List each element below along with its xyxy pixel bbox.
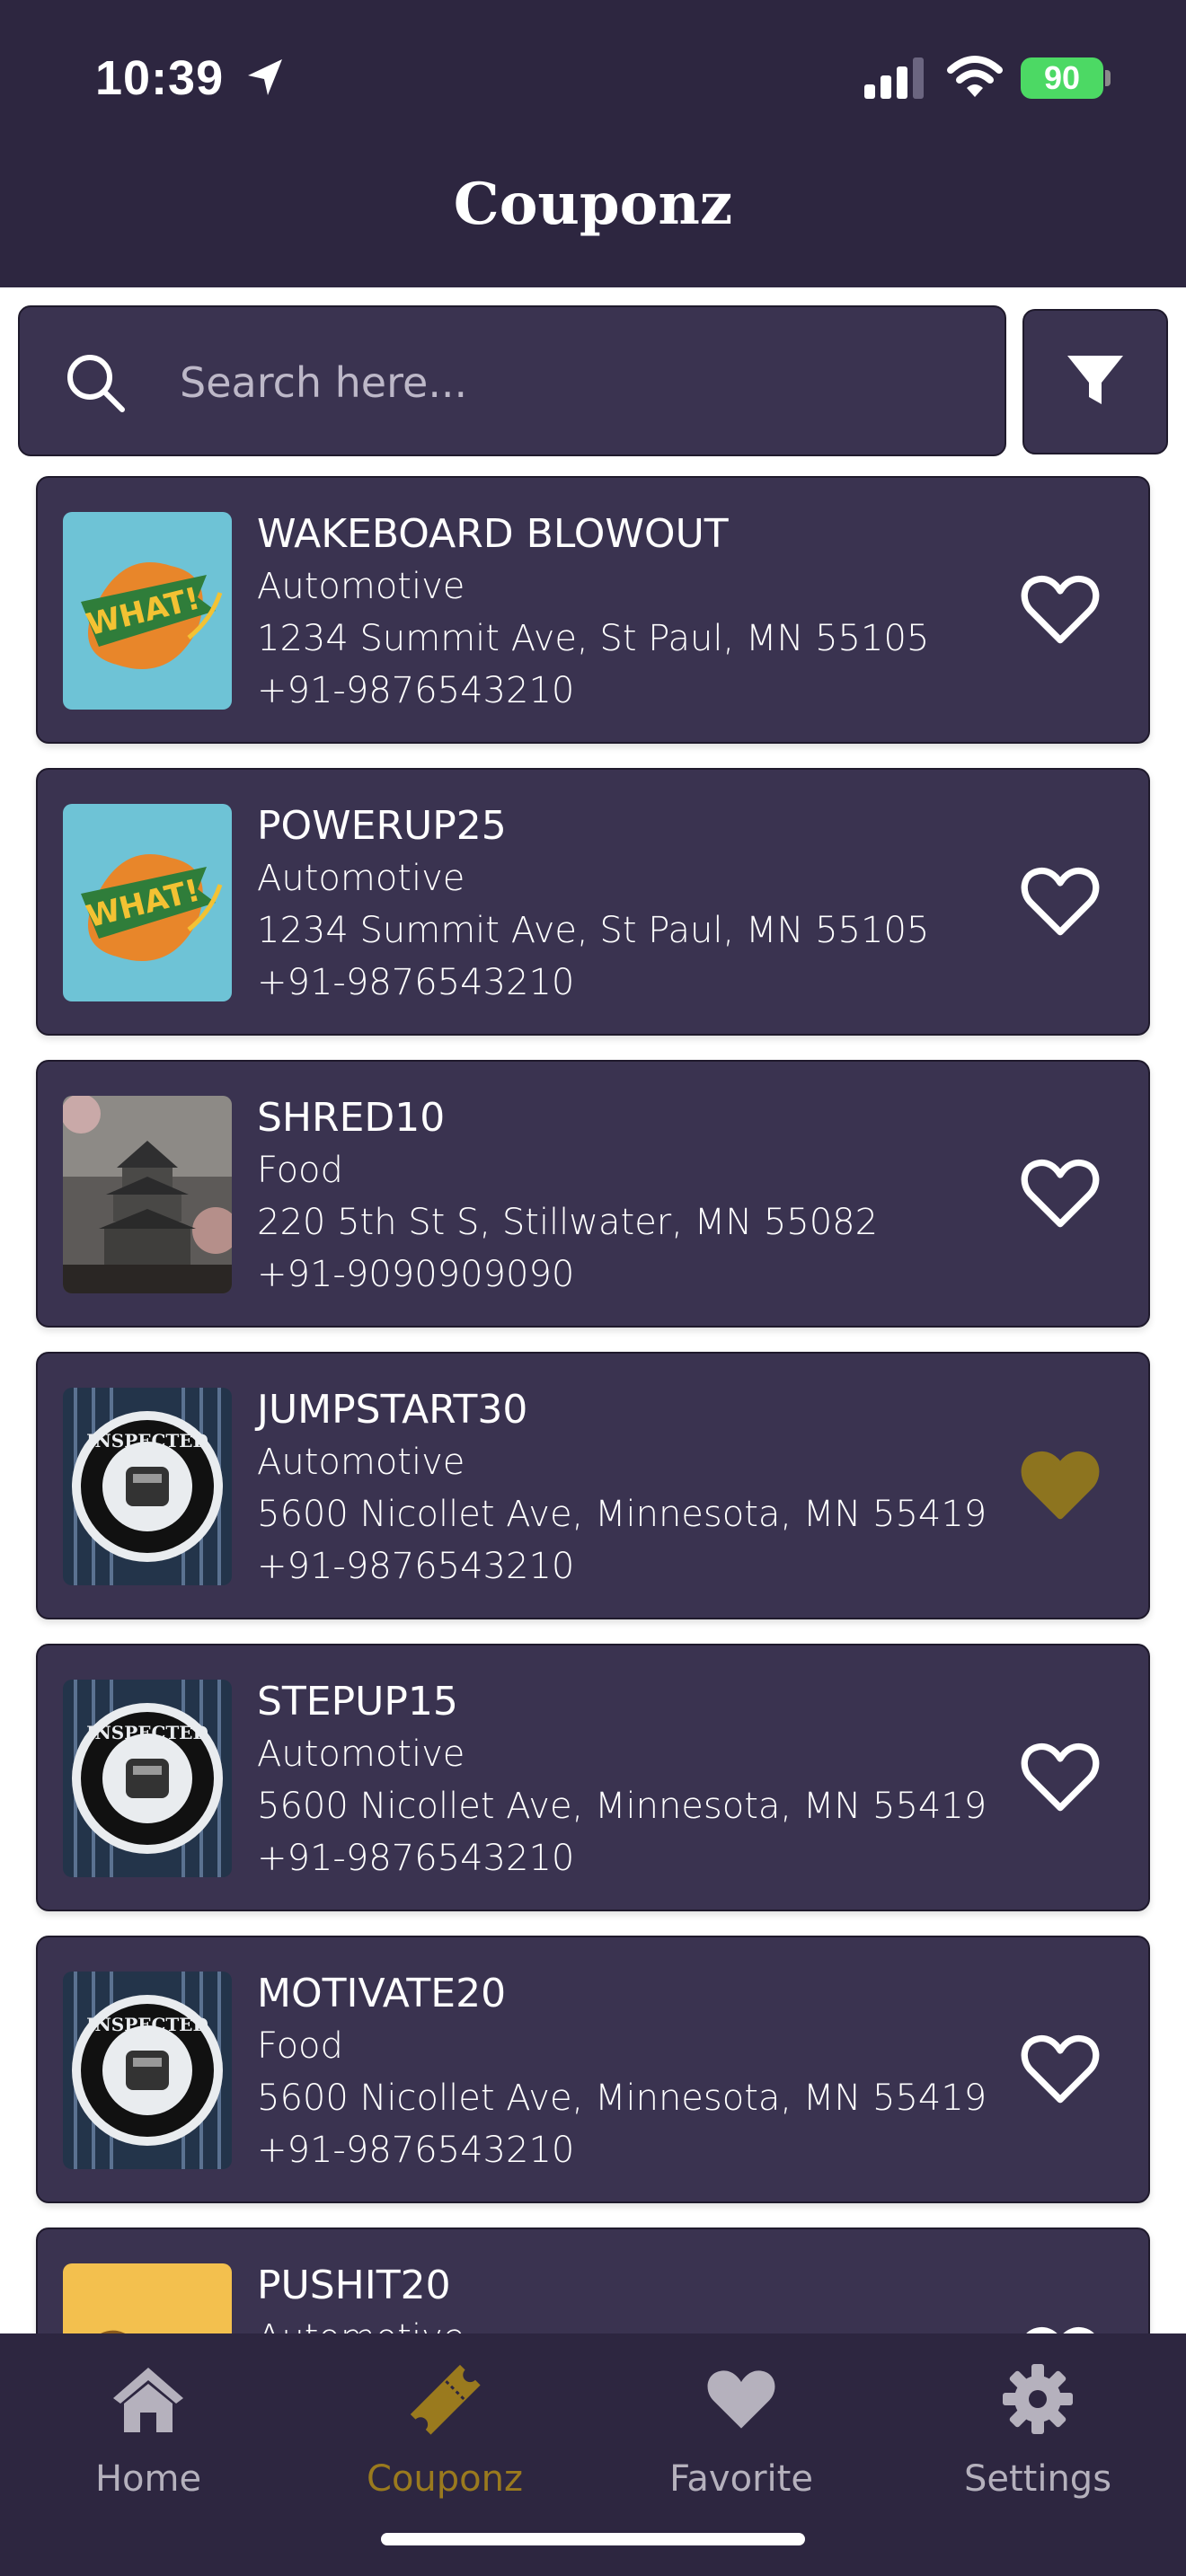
home-icon <box>110 2360 187 2442</box>
app-header: 10:39 90 Couponz <box>0 0 1186 287</box>
nav-favorite-label: Favorite <box>669 2458 813 2500</box>
coupon-card[interactable]: MOTIVATE20 Food 5600 Nicollet Ave, Minneso… <box>36 1936 1150 2203</box>
coupon-card[interactable]: STEPUP15 Automotive 5600 Nicollet Ave, Min… <box>36 1644 1150 1911</box>
favorite-toggle-button[interactable] <box>1015 1737 1105 1820</box>
favorite-toggle-button[interactable] <box>1015 1153 1105 1236</box>
nav-couponz-label: Couponz <box>367 2458 523 2500</box>
coupon-card[interactable]: WAKEBOARD BLOWOUT Automotive 1234 Summit A… <box>36 476 1150 744</box>
coupon-image <box>63 1388 232 1585</box>
coupon-phone: +91-9876543210 <box>257 1838 575 1879</box>
heart-icon <box>1019 1155 1102 1235</box>
coupon-list[interactable]: WAKEBOARD BLOWOUT Automotive 1234 Summit A… <box>0 476 1186 2333</box>
coupon-category: Automotive <box>257 858 465 899</box>
coupon-name: MOTIVATE20 <box>257 1971 507 2016</box>
coupon-phone: +91-9876543210 <box>257 962 575 1003</box>
coupon-address: 1234 Summit Ave, St Paul, MN 55105 <box>257 910 930 951</box>
coupon-category: Food <box>257 2025 343 2067</box>
coupon-details: JUMPSTART30 Automotive 5600 Nicollet Ave, … <box>257 1384 987 1592</box>
heart-icon <box>1019 571 1102 651</box>
search-bar[interactable] <box>18 305 1006 456</box>
coupon-name: SHRED10 <box>257 1095 446 1141</box>
cellular-signal-icon <box>864 57 927 99</box>
search-icon <box>63 350 128 415</box>
heart-icon <box>703 2360 780 2442</box>
coupon-phone: +91-9876543210 <box>257 670 575 711</box>
filter-icon <box>1064 348 1127 416</box>
coupon-image <box>63 1972 232 2169</box>
heart-icon <box>1019 2031 1102 2111</box>
status-time: 10:39 <box>95 51 225 105</box>
coupon-image <box>63 2263 232 2333</box>
coupon-phone: +91-9090909090 <box>257 1254 575 1295</box>
coupon-address: 5600 Nicollet Ave, Minnesota, MN 55419 <box>257 2078 987 2119</box>
coupon-address: 5600 Nicollet Ave, Minnesota, MN 55419 <box>257 1786 987 1827</box>
favorite-toggle-button[interactable] <box>1015 2029 1105 2112</box>
coupon-address: 1234 Summit Ave, St Paul, MN 55105 <box>257 618 930 659</box>
coupon-category: Automotive <box>257 2312 465 2333</box>
nav-settings-label: Settings <box>963 2458 1112 2500</box>
heart-icon <box>1019 863 1102 943</box>
coupon-name: POWERUP25 <box>257 803 507 849</box>
coupon-card[interactable]: PUSHIT20 Automotive <box>36 2228 1150 2333</box>
nav-couponz[interactable]: Couponz <box>296 2360 593 2513</box>
coupon-image <box>63 804 232 1001</box>
coupon-category: Automotive <box>257 1442 465 1483</box>
coupon-address: 5600 Nicollet Ave, Minnesota, MN 55419 <box>257 1494 987 1535</box>
coupon-phone: +91-9876543210 <box>257 2130 575 2171</box>
coupon-card[interactable]: JUMPSTART30 Automotive 5600 Nicollet Ave, … <box>36 1352 1150 1619</box>
filter-button[interactable] <box>1022 309 1168 454</box>
nav-home-label: Home <box>94 2458 202 2500</box>
coupon-category: Automotive <box>257 1734 465 1775</box>
coupon-category: Food <box>257 1150 343 1191</box>
coupon-details: SHRED10 Food 220 5th St S, Stillwater, MN … <box>257 1092 878 1301</box>
coupon-details: POWERUP25 Automotive 1234 Summit Ave, St P… <box>257 800 929 1009</box>
favorite-toggle-button[interactable] <box>1015 1445 1105 1528</box>
coupon-name: JUMPSTART30 <box>257 1387 528 1433</box>
page-title: Couponz <box>453 171 733 238</box>
wifi-icon <box>947 54 1003 99</box>
favorite-toggle-button[interactable] <box>1015 861 1105 944</box>
coupon-details: WAKEBOARD BLOWOUT Automotive 1234 Summit A… <box>257 508 929 717</box>
coupon-image <box>63 1680 232 1877</box>
coupon-category: Automotive <box>257 566 465 607</box>
nav-favorite[interactable]: Favorite <box>593 2360 890 2513</box>
status-bar: 10:39 90 <box>0 0 1186 153</box>
coupon-card[interactable]: SHRED10 Food 220 5th St S, Stillwater, MN … <box>36 1060 1150 1328</box>
favorite-toggle-button[interactable] <box>1015 569 1105 652</box>
coupon-details: STEPUP15 Automotive 5600 Nicollet Ave, Min… <box>257 1676 987 1884</box>
coupon-image <box>63 1096 232 1293</box>
favorite-toggle-button[interactable] <box>1015 2321 1105 2333</box>
battery-nub <box>1105 70 1111 86</box>
coupon-phone: +91-9876543210 <box>257 1546 575 1587</box>
nav-settings[interactable]: Settings <box>890 2360 1186 2513</box>
gear-icon <box>999 2360 1076 2442</box>
coupon-card[interactable]: POWERUP25 Automotive 1234 Summit Ave, St P… <box>36 768 1150 1036</box>
heart-icon <box>1019 2323 1102 2334</box>
heart-icon <box>1019 1447 1102 1527</box>
heart-icon <box>1019 1739 1102 1819</box>
search-input[interactable] <box>180 354 970 411</box>
location-arrow-icon <box>243 56 288 101</box>
ticket-icon <box>406 2360 483 2442</box>
battery-indicator: 90 <box>1021 57 1103 99</box>
coupon-image <box>63 512 232 710</box>
coupon-details: PUSHIT20 Automotive <box>257 2260 465 2333</box>
coupon-details: MOTIVATE20 Food 5600 Nicollet Ave, Minneso… <box>257 1968 987 2176</box>
coupon-name: PUSHIT20 <box>257 2263 451 2308</box>
coupon-name: WAKEBOARD BLOWOUT <box>257 511 729 557</box>
coupon-name: STEPUP15 <box>257 1679 458 1725</box>
nav-home[interactable]: Home <box>0 2360 296 2513</box>
coupon-address: 220 5th St S, Stillwater, MN 55082 <box>257 1202 879 1243</box>
home-indicator <box>381 2533 805 2545</box>
